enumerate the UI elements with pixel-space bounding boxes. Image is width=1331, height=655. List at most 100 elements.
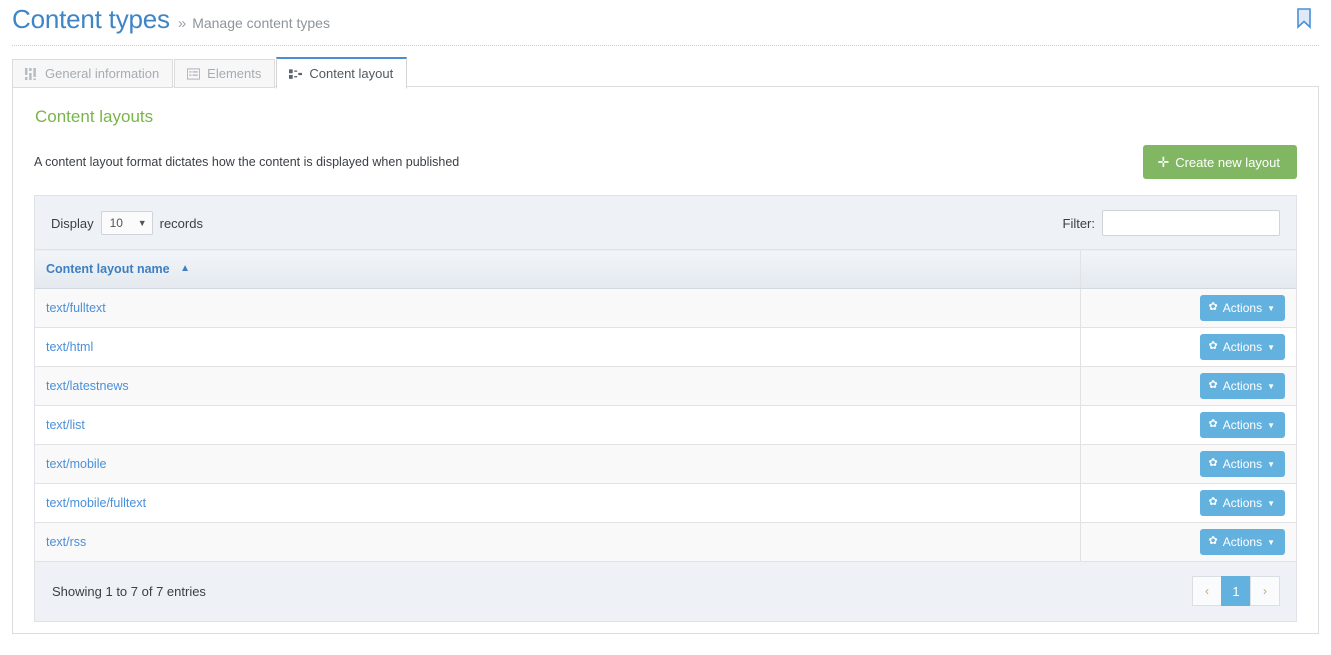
tab-label: Content layout xyxy=(309,66,393,81)
caret-down-icon: ▼ xyxy=(1267,499,1275,509)
cell-actions: ✿ Actions ▼ xyxy=(1081,523,1297,562)
page-title: Content types xyxy=(12,4,170,35)
table-row: text/rss ✿ Actions ▼ xyxy=(35,523,1296,562)
actions-button[interactable]: ✿ Actions ▼ xyxy=(1200,412,1286,438)
column-header-content-layout-name[interactable]: Content layout name ▲ xyxy=(35,250,1081,289)
cell-layout-name: text/html xyxy=(35,328,1081,367)
cell-layout-name: text/latestnews xyxy=(35,367,1081,406)
datatable-length-control: Display 10 25 50 100 ▼ records xyxy=(51,211,203,235)
layout-link[interactable]: text/mobile xyxy=(46,457,106,471)
create-button-label: Create new layout xyxy=(1175,156,1280,169)
actions-label: Actions xyxy=(1223,496,1262,510)
layout-link[interactable]: text/latestnews xyxy=(46,379,129,393)
gear-icon: ✿ xyxy=(1209,379,1218,392)
datatable-footer: Showing 1 to 7 of 7 entries ‹ 1 › xyxy=(35,562,1296,621)
cell-layout-name: text/list xyxy=(35,406,1081,445)
content-panel: Content layouts A content layout format … xyxy=(12,86,1319,634)
caret-down-icon: ▼ xyxy=(1267,304,1275,314)
cell-layout-name: text/mobile xyxy=(35,445,1081,484)
section-description: A content layout format dictates how the… xyxy=(34,145,459,169)
tab-bar: General information Elements Content lay xyxy=(12,55,1331,87)
breadcrumb-separator: » xyxy=(178,15,186,32)
list-alt-icon xyxy=(187,67,200,80)
cell-actions: ✿ Actions ▼ xyxy=(1081,484,1297,523)
gear-icon: ✿ xyxy=(1209,418,1218,431)
records-label: records xyxy=(160,216,203,231)
tab-label: Elements xyxy=(207,66,261,81)
filter-label: Filter: xyxy=(1063,216,1096,231)
cell-layout-name: text/fulltext xyxy=(35,289,1081,328)
column-header-label: Content layout name xyxy=(46,262,170,276)
datatable-controls: Display 10 25 50 100 ▼ records Filter: xyxy=(35,196,1296,249)
caret-down-icon: ▼ xyxy=(1267,460,1275,470)
header-divider xyxy=(12,45,1319,46)
pagination-next[interactable]: › xyxy=(1250,576,1280,606)
gear-icon: ✿ xyxy=(1209,496,1218,509)
caret-down-icon: ▼ xyxy=(1267,382,1275,392)
table-row: text/mobile/fulltext ✿ Actions ▼ xyxy=(35,484,1296,523)
cell-layout-name: text/rss xyxy=(35,523,1081,562)
cell-actions: ✿ Actions ▼ xyxy=(1081,328,1297,367)
records-per-page-select[interactable]: 10 25 50 100 xyxy=(101,211,153,235)
breadcrumb-current: Manage content types xyxy=(192,15,330,31)
actions-label: Actions xyxy=(1223,457,1262,471)
layout-link[interactable]: text/fulltext xyxy=(46,301,106,315)
filter-input[interactable] xyxy=(1102,210,1280,236)
actions-button[interactable]: ✿ Actions ▼ xyxy=(1200,334,1286,360)
table-head: Content layout name ▲ xyxy=(35,250,1296,289)
actions-label: Actions xyxy=(1223,340,1262,354)
page-header: Content types » Manage content types xyxy=(0,0,1331,38)
description-row: A content layout format dictates how the… xyxy=(34,145,1297,179)
display-label: Display xyxy=(51,216,94,231)
gear-icon: ✿ xyxy=(1209,457,1218,470)
cell-actions: ✿ Actions ▼ xyxy=(1081,367,1297,406)
table-row: text/list ✿ Actions ▼ xyxy=(35,406,1296,445)
pagination-previous[interactable]: ‹ xyxy=(1192,576,1222,606)
actions-button[interactable]: ✿ Actions ▼ xyxy=(1200,451,1286,477)
cell-layout-name: text/mobile/fulltext xyxy=(35,484,1081,523)
actions-button[interactable]: ✿ Actions ▼ xyxy=(1200,529,1286,555)
section-title: Content layouts xyxy=(35,107,1297,127)
caret-down-icon: ▼ xyxy=(1267,343,1275,353)
layout-link[interactable]: text/html xyxy=(46,340,93,354)
cell-actions: ✿ Actions ▼ xyxy=(1081,445,1297,484)
column-header-actions xyxy=(1081,250,1297,289)
pagination: ‹ 1 › xyxy=(1192,576,1280,606)
tab-label: General information xyxy=(45,66,159,81)
caret-up-icon: ▲ xyxy=(180,263,190,274)
tab-content-layout[interactable]: Content layout xyxy=(276,57,407,89)
plus-icon: ✛ xyxy=(1157,155,1169,169)
actions-label: Actions xyxy=(1223,535,1262,549)
layout-link[interactable]: text/rss xyxy=(46,535,86,549)
records-per-page-select-wrap: 10 25 50 100 ▼ xyxy=(101,211,153,235)
content-layouts-datatable: Display 10 25 50 100 ▼ records Filter: xyxy=(34,195,1297,622)
table-row: text/html ✿ Actions ▼ xyxy=(35,328,1296,367)
actions-label: Actions xyxy=(1223,418,1262,432)
caret-down-icon: ▼ xyxy=(1267,421,1275,431)
sliders-icon xyxy=(25,67,38,80)
table-row: text/mobile ✿ Actions ▼ xyxy=(35,445,1296,484)
gear-icon: ✿ xyxy=(1209,340,1218,353)
actions-button[interactable]: ✿ Actions ▼ xyxy=(1200,295,1286,321)
actions-button[interactable]: ✿ Actions ▼ xyxy=(1200,490,1286,516)
tab-general-information[interactable]: General information xyxy=(12,59,173,88)
table-header-row: Content layout name ▲ xyxy=(35,250,1296,289)
datatable-filter-control: Filter: xyxy=(1063,210,1281,236)
pagination-page-1[interactable]: 1 xyxy=(1221,576,1251,606)
actions-label: Actions xyxy=(1223,379,1262,393)
tab-elements[interactable]: Elements xyxy=(174,59,275,88)
table-row: text/latestnews ✿ Actions ▼ xyxy=(35,367,1296,406)
layout-link[interactable]: text/list xyxy=(46,418,85,432)
create-new-layout-button[interactable]: ✛ Create new layout xyxy=(1143,145,1297,179)
cell-actions: ✿ Actions ▼ xyxy=(1081,406,1297,445)
bookmark-icon[interactable] xyxy=(1295,7,1313,29)
sitemap-icon xyxy=(289,67,302,80)
datatable-info: Showing 1 to 7 of 7 entries xyxy=(51,584,206,599)
actions-button[interactable]: ✿ Actions ▼ xyxy=(1200,373,1286,399)
cell-actions: ✿ Actions ▼ xyxy=(1081,289,1297,328)
content-layouts-table: Content layout name ▲ text/fulltext ✿ xyxy=(35,249,1296,562)
layout-link[interactable]: text/mobile/fulltext xyxy=(46,496,146,510)
caret-down-icon: ▼ xyxy=(1267,538,1275,548)
gear-icon: ✿ xyxy=(1209,301,1218,314)
table-row: text/fulltext ✿ Actions ▼ xyxy=(35,289,1296,328)
